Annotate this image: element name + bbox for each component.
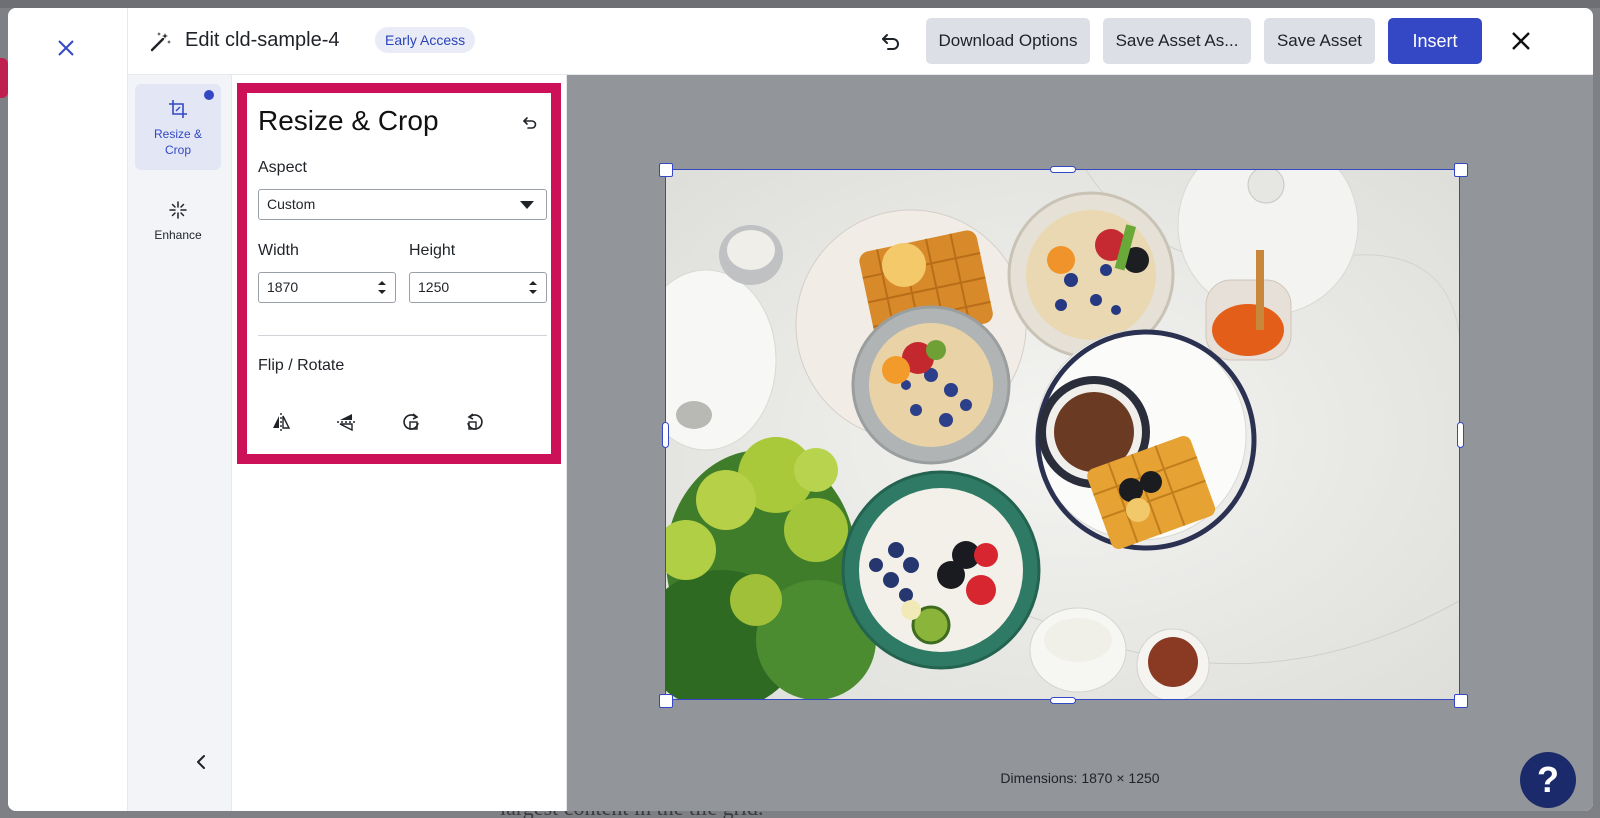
crop-handle-top-left[interactable] xyxy=(659,163,673,177)
aspect-value: Custom xyxy=(267,196,316,212)
rotate-right-icon[interactable] xyxy=(397,408,425,436)
highlight-box: Resize & Crop Aspect Custom Width Height… xyxy=(237,83,561,464)
flip-rotate-label: Flip / Rotate xyxy=(258,357,345,374)
resize-crop-panel: Resize & Crop Aspect Custom Width Height… xyxy=(232,75,567,811)
crop-area[interactable] xyxy=(665,169,1460,700)
crop-handle-top-right[interactable] xyxy=(1454,163,1468,177)
close-editor-icon[interactable] xyxy=(1508,28,1534,54)
flip-vertical-icon[interactable] xyxy=(332,408,360,436)
image-canvas: Dimensions: 1870 × 1250 xyxy=(567,75,1593,811)
crop-handle-left[interactable] xyxy=(662,422,669,448)
crop-handle-bottom-left[interactable] xyxy=(659,694,673,708)
flip-horizontal-icon[interactable] xyxy=(267,408,295,436)
save-asset-button[interactable]: Save Asset xyxy=(1264,18,1375,64)
aspect-select[interactable]: Custom xyxy=(258,189,547,220)
crop-handle-right[interactable] xyxy=(1457,422,1464,448)
tool-resize-crop[interactable]: Resize & Crop xyxy=(135,84,221,170)
stepper-icon[interactable] xyxy=(528,279,538,296)
modal-left-rail xyxy=(8,8,128,811)
sparkle-icon xyxy=(167,199,189,221)
underlying-page-header xyxy=(0,0,1600,8)
crop-handle-top[interactable] xyxy=(1050,166,1076,173)
height-value: 1250 xyxy=(418,279,450,295)
height-label: Height xyxy=(409,242,456,259)
image-editor-modal: Edit cld-sample-4 Early Access Download … xyxy=(8,8,1593,811)
tool-label: Resize & Crop xyxy=(153,127,203,157)
tool-label: Enhance xyxy=(154,228,202,242)
food-photo xyxy=(666,170,1459,699)
width-label: Width xyxy=(258,242,299,259)
divider xyxy=(258,335,547,336)
crop-handle-bottom-right[interactable] xyxy=(1454,694,1468,708)
underlying-page-accent xyxy=(0,58,8,98)
save-asset-as-button[interactable]: Save Asset As... xyxy=(1103,18,1251,64)
aspect-label: Aspect xyxy=(258,159,307,176)
panel-title: Resize & Crop xyxy=(258,105,439,136)
crop-icon xyxy=(167,98,189,120)
stepper-icon[interactable] xyxy=(377,279,387,296)
insert-button[interactable]: Insert xyxy=(1388,18,1482,64)
width-input[interactable]: 1870 xyxy=(258,272,396,303)
active-indicator-dot xyxy=(204,90,214,100)
dimensions-label: Dimensions: 1870 × 1250 xyxy=(1000,770,1160,786)
crop-handle-bottom[interactable] xyxy=(1050,697,1076,704)
magic-wand-icon xyxy=(148,30,172,54)
editor-header: Edit cld-sample-4 Early Access Download … xyxy=(128,8,1593,75)
caret-down-icon xyxy=(520,201,534,209)
chevron-left-icon[interactable] xyxy=(191,752,211,772)
reset-icon[interactable] xyxy=(520,113,540,133)
tool-rail: Resize & Crop Enhance xyxy=(128,75,232,811)
download-options-button[interactable]: Download Options xyxy=(926,18,1090,64)
tool-enhance[interactable]: Enhance xyxy=(135,185,221,271)
height-input[interactable]: 1250 xyxy=(409,272,547,303)
rotate-left-icon[interactable] xyxy=(461,408,489,436)
width-value: 1870 xyxy=(267,279,299,295)
close-icon[interactable] xyxy=(54,36,78,60)
editor-title: Edit cld-sample-4 xyxy=(185,29,340,51)
early-access-badge: Early Access xyxy=(375,27,476,53)
help-button[interactable]: ? xyxy=(1520,752,1576,808)
undo-icon[interactable] xyxy=(878,28,904,54)
